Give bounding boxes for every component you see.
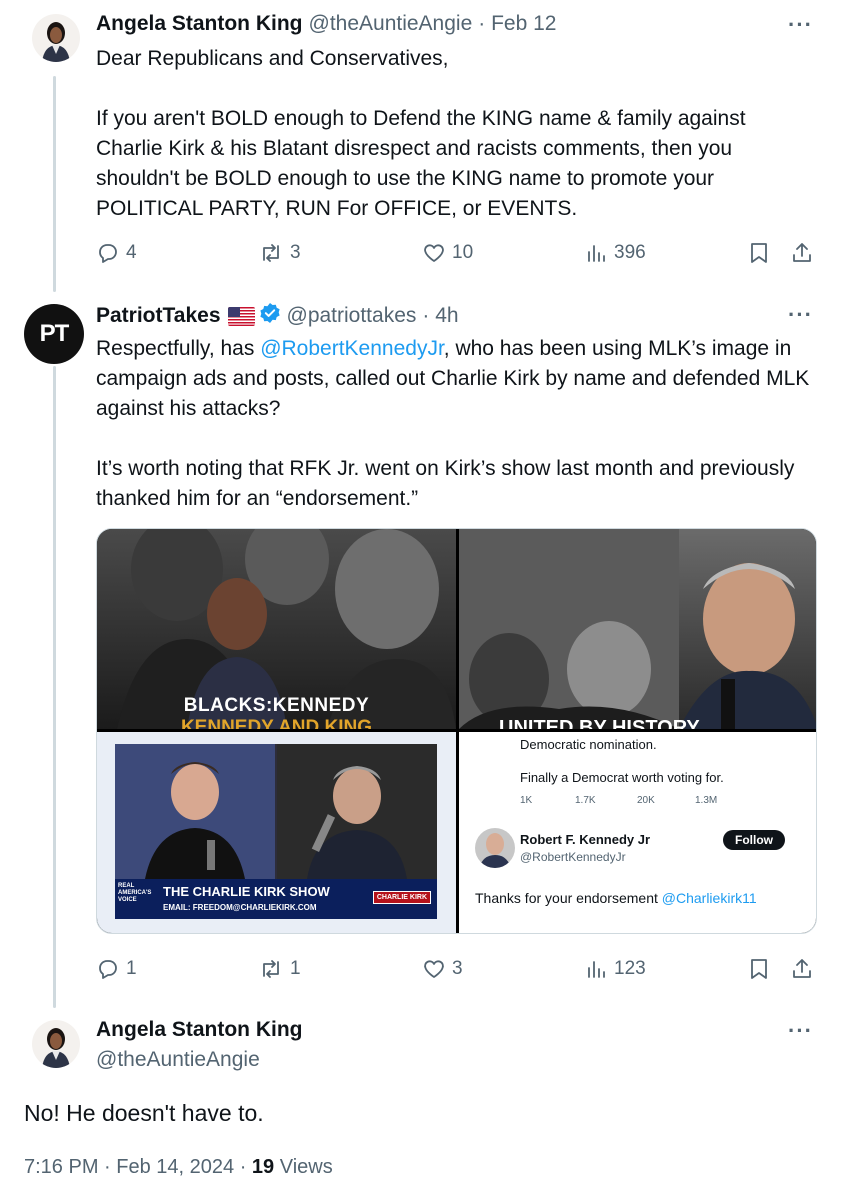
more-icon[interactable]: ··· bbox=[788, 1018, 813, 1044]
like-count: 3 bbox=[452, 958, 463, 979]
tweet-actions: 4 3 10 396 bbox=[96, 238, 816, 268]
thread-line bbox=[53, 366, 56, 1008]
tweet-meta: 7:16 PM · Feb 14, 2024 · 19 Views bbox=[24, 1156, 333, 1178]
heart-icon bbox=[424, 960, 444, 978]
tweet-date[interactable]: · 4h bbox=[422, 304, 458, 328]
tweet-subheader: @theAuntieAngie bbox=[96, 1048, 260, 1072]
views-button[interactable]: 123 bbox=[584, 957, 646, 981]
like-button[interactable]: 3 bbox=[422, 957, 463, 981]
author-name[interactable]: Angela Stanton King bbox=[96, 12, 303, 36]
heart-icon bbox=[424, 244, 444, 262]
media-grid[interactable]: BLACKS:KENNEDY KENNEDY AND KING UNITED B… bbox=[96, 528, 817, 934]
text-part: , who has been using MLK’s image in camp… bbox=[96, 337, 810, 510]
author-name[interactable]: Angela Stanton King bbox=[96, 1018, 303, 1042]
screenshot-handle: @RobertKennedyJr bbox=[520, 850, 626, 864]
reply-icon bbox=[99, 960, 117, 979]
views-label: Views bbox=[279, 1156, 333, 1178]
repost-icon bbox=[263, 244, 279, 262]
views-icon bbox=[588, 961, 605, 978]
tweet-date[interactable]: · Feb 12 bbox=[478, 12, 556, 36]
tweet-text: No! He doesn't have to. bbox=[24, 1100, 264, 1126]
avatar[interactable] bbox=[32, 14, 80, 62]
avatar[interactable] bbox=[32, 1020, 80, 1068]
reply-button[interactable]: 1 bbox=[96, 957, 137, 981]
more-icon[interactable]: ··· bbox=[788, 12, 813, 38]
author-handle[interactable]: @patriottakes bbox=[287, 304, 417, 328]
repost-button[interactable]: 3 bbox=[258, 241, 301, 265]
tweet-text: Dear Republicans and Conservatives, If y… bbox=[96, 47, 746, 220]
tweet-text: Respectfully, has @RobertKennedyJr, who … bbox=[96, 334, 816, 514]
media-image-3[interactable]: REAL AMERICA'S VOICE THE CHARLIE KIRK SH… bbox=[97, 732, 456, 933]
bookmark-button[interactable] bbox=[748, 241, 770, 265]
video-frame bbox=[115, 744, 437, 879]
tweet-actions: 1 1 3 123 bbox=[96, 954, 816, 984]
follow-button[interactable]: Follow bbox=[723, 830, 785, 850]
repost-count: 3 bbox=[290, 242, 301, 263]
author-name[interactable]: PatriotTakes bbox=[96, 304, 221, 328]
like-count: 10 bbox=[452, 242, 474, 263]
thread-line bbox=[53, 76, 56, 292]
views-icon bbox=[588, 245, 605, 262]
bookmark-icon bbox=[751, 243, 767, 263]
avatar-text: PT bbox=[39, 320, 70, 347]
screenshot-like-count: 20K bbox=[637, 795, 655, 806]
screenshot-name: Robert F. Kennedy Jr bbox=[520, 832, 651, 847]
show-banner: REAL AMERICA'S VOICE THE CHARLIE KIRK SH… bbox=[115, 879, 437, 919]
tweet-header: PatriotTakes @patriottakes · 4h bbox=[96, 302, 459, 330]
views-count: 19 bbox=[251, 1156, 275, 1178]
repost-count: 1 bbox=[290, 958, 301, 979]
author-handle[interactable]: @theAuntieAngie bbox=[309, 12, 473, 36]
verified-badge-icon bbox=[259, 302, 281, 330]
tweet-header: Angela Stanton King @theAuntieAngie · Fe… bbox=[96, 12, 556, 36]
screenshot-line: Finally a Democrat worth voting for. bbox=[520, 770, 724, 785]
views-count: 396 bbox=[614, 242, 646, 263]
repost-button[interactable]: 1 bbox=[258, 957, 301, 981]
screenshot-avatar bbox=[475, 828, 515, 868]
screenshot-reply-text: Thanks for your endorsement bbox=[475, 890, 662, 906]
screenshot-reply: Thanks for your endorsement @Charliekirk… bbox=[475, 890, 757, 906]
us-flag-icon bbox=[227, 306, 255, 326]
share-icon bbox=[793, 243, 811, 262]
share-icon bbox=[793, 959, 811, 978]
reply-icon bbox=[99, 244, 117, 263]
image-caption: BLACKS:KENNEDY bbox=[183, 695, 370, 716]
avatar[interactable]: PT bbox=[24, 304, 84, 364]
reply-count: 4 bbox=[126, 242, 137, 263]
more-icon[interactable]: ··· bbox=[788, 302, 813, 328]
bookmark-button[interactable] bbox=[748, 957, 770, 981]
screenshot-mention: @Charliekirk11 bbox=[661, 890, 757, 906]
tweet-header: Angela Stanton King bbox=[96, 1018, 303, 1042]
share-button[interactable] bbox=[790, 241, 814, 265]
mention-link[interactable]: @RobertKennedyJr bbox=[260, 337, 444, 360]
network-badge: REAL AMERICA'S VOICE bbox=[118, 883, 152, 903]
share-button[interactable] bbox=[790, 957, 814, 981]
image-caption: KENNEDY AND KING bbox=[180, 717, 373, 729]
screenshot-line: Democratic nomination. bbox=[520, 737, 657, 752]
media-image-2[interactable]: UNITED BY HISTORY bbox=[459, 529, 816, 729]
screenshot-views-count: 1.3M bbox=[695, 795, 718, 806]
author-handle[interactable]: @theAuntieAngie bbox=[96, 1048, 260, 1072]
media-image-1[interactable]: BLACKS:KENNEDY KENNEDY AND KING bbox=[97, 529, 456, 729]
views-count: 123 bbox=[614, 958, 646, 979]
show-email: EMAIL: FREEDOM@CHARLIEKIRK.COM bbox=[163, 903, 317, 912]
screenshot-repost-count: 1.7K bbox=[575, 795, 596, 806]
show-title: THE CHARLIE KIRK SHOW bbox=[163, 884, 330, 899]
bookmark-icon bbox=[751, 959, 767, 979]
text-part: Respectfully, has bbox=[96, 337, 261, 360]
media-image-4[interactable]: Democratic nomination. Finally a Democra… bbox=[459, 732, 816, 933]
repost-icon bbox=[263, 960, 279, 978]
reply-count: 1 bbox=[126, 958, 137, 979]
reply-button[interactable]: 4 bbox=[96, 241, 137, 265]
like-button[interactable]: 10 bbox=[422, 241, 473, 265]
screenshot-reply-count: 1K bbox=[520, 795, 533, 806]
image-caption: UNITED BY HISTORY bbox=[499, 717, 700, 729]
tweet-time[interactable]: 7:16 PM bbox=[24, 1156, 98, 1178]
show-logo: CHARLIE KIRK bbox=[372, 891, 431, 904]
views-button[interactable]: 396 bbox=[584, 241, 646, 265]
tweet-date[interactable]: Feb 14, 2024 bbox=[116, 1156, 234, 1178]
